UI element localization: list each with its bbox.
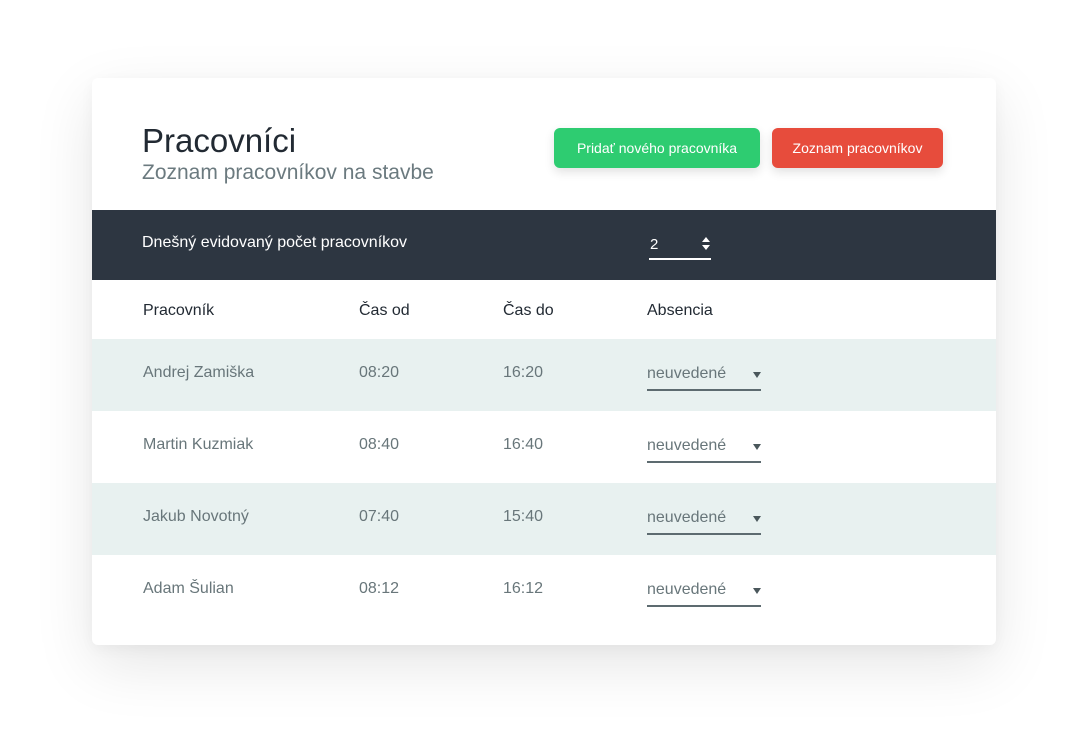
worker-name: Adam Šulian: [143, 580, 234, 597]
chevron-down-icon: [753, 588, 761, 594]
table-row: Andrej Zamiška 08:20 16:20 neuvedené: [92, 339, 996, 411]
worker-name: Andrej Zamiška: [143, 364, 255, 381]
column-header-time-from: Čas od: [359, 302, 410, 319]
worker-count-value: 2: [650, 236, 659, 253]
absence-select[interactable]: neuvedené: [647, 501, 761, 535]
chevron-down-icon: [753, 444, 761, 450]
table-row: Martin Kuzmiak 08:40 16:40 neuvedené: [92, 411, 996, 483]
column-header-worker: Pracovník: [143, 302, 215, 319]
time-from: 08:12: [359, 580, 400, 597]
time-to: 15:40: [503, 508, 544, 525]
time-to: 16:12: [503, 580, 544, 597]
absence-value: neuvedené: [647, 581, 727, 598]
add-worker-button[interactable]: Pridať nového pracovníka: [554, 128, 760, 168]
worker-name: Martin Kuzmiak: [143, 436, 254, 453]
absence-value: neuvedené: [647, 437, 727, 454]
absence-value: neuvedené: [647, 509, 727, 526]
summary-bar: Dnešný evidovaný počet pracovníkov 2: [92, 210, 996, 280]
column-header-time-to: Čas do: [503, 302, 554, 319]
workers-card: Pracovníci Zoznam pracovníkov na stavbe …: [92, 78, 996, 645]
absence-select[interactable]: neuvedené: [647, 429, 761, 463]
time-from: 08:40: [359, 436, 400, 453]
absence-select[interactable]: neuvedené: [647, 573, 761, 607]
table-row: Adam Šulian 08:12 16:12 neuvedené: [92, 555, 996, 627]
column-header-absence: Absencia: [647, 302, 713, 319]
page-subtitle: Zoznam pracovníkov na stavbe: [142, 161, 434, 184]
worker-count-stepper[interactable]: 2: [649, 232, 711, 260]
page-title: Pracovníci: [142, 122, 297, 159]
table-header: Pracovník Čas od Čas do Absencia: [92, 280, 996, 339]
table-row: Jakub Novotný 07:40 15:40 neuvedené: [92, 483, 996, 555]
summary-label: Dnešný evidovaný počet pracovníkov: [142, 234, 408, 251]
chevron-down-icon: [753, 372, 761, 378]
time-to: 16:40: [503, 436, 544, 453]
workers-table: Pracovník Čas od Čas do Absencia Andrej …: [92, 280, 996, 627]
worker-list-button[interactable]: Zoznam pracovníkov: [772, 128, 943, 168]
chevron-down-icon: [753, 516, 761, 522]
absence-value: neuvedené: [647, 365, 727, 382]
stepper-arrows-icon[interactable]: [701, 236, 711, 252]
worker-name: Jakub Novotný: [143, 508, 249, 525]
time-to: 16:20: [503, 364, 544, 381]
card-header: Pracovníci Zoznam pracovníkov na stavbe …: [92, 78, 996, 210]
time-from: 08:20: [359, 364, 400, 381]
absence-select[interactable]: neuvedené: [647, 357, 761, 391]
time-from: 07:40: [359, 508, 400, 525]
